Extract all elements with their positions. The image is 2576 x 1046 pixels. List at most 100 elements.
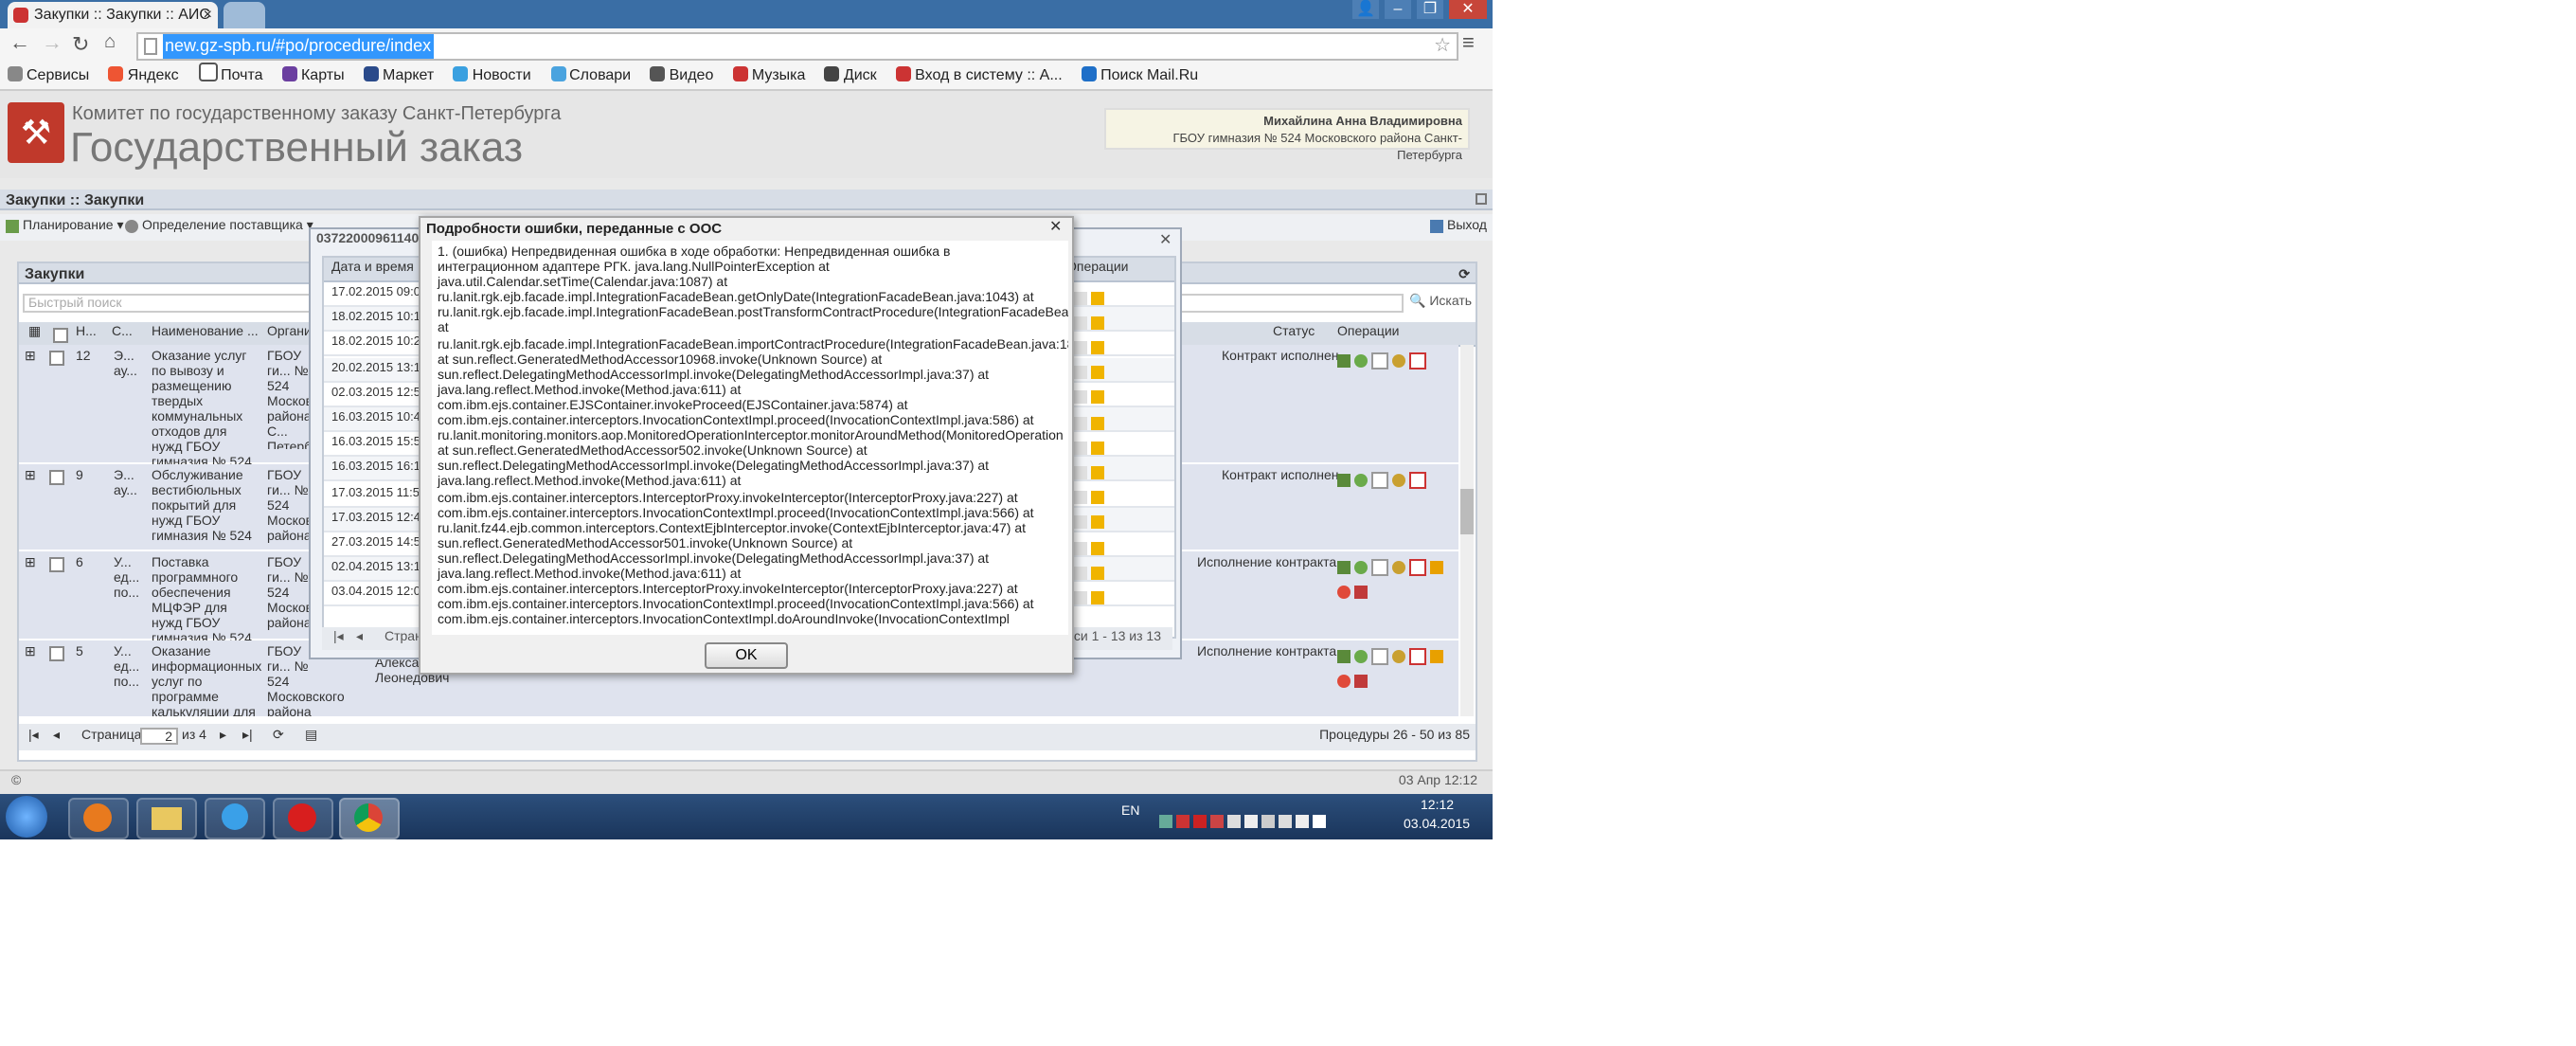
col-date[interactable]: Дата и время bbox=[331, 258, 414, 280]
firefox-taskbar-icon[interactable] bbox=[68, 798, 129, 839]
bookmark-dictionaries[interactable]: Словари bbox=[550, 63, 631, 89]
collapse-icon[interactable] bbox=[1476, 193, 1487, 205]
stop-icon[interactable] bbox=[1337, 586, 1351, 600]
award-icon[interactable] bbox=[1392, 473, 1405, 487]
stop-icon[interactable] bbox=[1337, 675, 1351, 689]
expand-icon[interactable]: ⊞ bbox=[25, 470, 36, 485]
user-icon[interactable]: 👤 bbox=[1352, 0, 1379, 19]
warning-icon[interactable] bbox=[1091, 390, 1104, 405]
warning-icon[interactable] bbox=[1091, 441, 1104, 455]
scrollbar-thumb[interactable] bbox=[1460, 489, 1474, 534]
export-icon[interactable]: ▤ bbox=[305, 724, 317, 750]
clock-time[interactable]: 12:12 bbox=[1421, 800, 1454, 813]
browser-tab[interactable]: Закупки :: Закупки :: АИС × bbox=[8, 2, 218, 28]
minimize-icon[interactable]: – bbox=[1385, 0, 1411, 19]
bookmark-video[interactable]: Видео bbox=[650, 63, 713, 89]
edit-icon[interactable] bbox=[1430, 560, 1443, 574]
award-icon[interactable] bbox=[1392, 649, 1405, 663]
bookmark-news[interactable]: Новости bbox=[453, 63, 531, 89]
select-all-checkbox[interactable] bbox=[53, 328, 68, 343]
tray-flag-icon[interactable] bbox=[1279, 814, 1292, 828]
warning-icon[interactable] bbox=[1091, 491, 1104, 505]
tray-pdf-icon[interactable] bbox=[1193, 814, 1207, 828]
refresh-icon[interactable] bbox=[1354, 560, 1368, 574]
tray-device-icon[interactable] bbox=[1227, 814, 1241, 828]
menu-icon[interactable]: ≡ bbox=[1462, 32, 1475, 55]
document-icon[interactable] bbox=[1371, 471, 1388, 489]
col-status[interactable]: Статус bbox=[1273, 322, 1315, 345]
award-icon[interactable] bbox=[1392, 560, 1405, 574]
document-icon[interactable] bbox=[1074, 515, 1087, 530]
document-icon[interactable] bbox=[1074, 291, 1087, 305]
ok-button[interactable]: OK bbox=[705, 642, 788, 669]
reload-grid-icon[interactable]: ⟳ bbox=[273, 724, 284, 750]
tray-security-icon[interactable] bbox=[1176, 814, 1190, 828]
warning-icon[interactable] bbox=[1091, 515, 1104, 530]
search-button[interactable]: 🔍 Искать bbox=[1409, 294, 1472, 309]
warning-icon[interactable] bbox=[1091, 291, 1104, 305]
planning-menu[interactable]: Планирование ▾ bbox=[6, 214, 124, 241]
expand-icon[interactable]: ⊞ bbox=[25, 351, 36, 366]
warning-icon[interactable] bbox=[1091, 416, 1104, 430]
col-name[interactable]: Наименование ... bbox=[152, 322, 259, 345]
col-method[interactable]: С... bbox=[112, 322, 133, 345]
page-number-input[interactable]: 2 bbox=[140, 728, 178, 745]
warning-icon[interactable] bbox=[1091, 340, 1104, 354]
col-operations[interactable]: Операции bbox=[1337, 322, 1400, 345]
supplier-menu[interactable]: Определение поставщика ▾ bbox=[125, 214, 313, 241]
bookmark-star-icon[interactable]: ☆ bbox=[1434, 34, 1451, 59]
document-icon[interactable] bbox=[1074, 340, 1087, 354]
pdf-icon[interactable] bbox=[1409, 352, 1426, 370]
close-window-icon[interactable]: ✕ bbox=[1449, 0, 1487, 19]
expand-icon[interactable]: ⊞ bbox=[25, 557, 36, 572]
users-icon[interactable] bbox=[1354, 675, 1368, 689]
warning-icon[interactable] bbox=[1091, 366, 1104, 380]
bookmark-maps[interactable]: Карты bbox=[281, 63, 345, 89]
chart-icon[interactable] bbox=[1337, 353, 1351, 368]
warning-icon[interactable] bbox=[1091, 465, 1104, 479]
document-icon[interactable] bbox=[1074, 541, 1087, 555]
document-icon[interactable] bbox=[1074, 465, 1087, 479]
tray-keyboard-icon[interactable] bbox=[1244, 814, 1258, 828]
history-prev-icon[interactable]: ◂ bbox=[356, 627, 363, 650]
bookmark-disk[interactable]: Диск bbox=[824, 63, 877, 89]
dialog-close-icon[interactable]: ✕ bbox=[1049, 218, 1062, 235]
close-tab-icon[interactable]: × bbox=[204, 2, 212, 28]
refresh-icon[interactable] bbox=[1354, 649, 1368, 663]
document-icon[interactable] bbox=[1074, 566, 1087, 580]
bookmark-market[interactable]: Маркет bbox=[364, 63, 434, 89]
document-icon[interactable] bbox=[1074, 316, 1087, 330]
reload-icon[interactable]: ↻ bbox=[72, 32, 89, 57]
next-page-icon[interactable]: ▸ bbox=[220, 724, 226, 750]
history-close-icon[interactable]: ✕ bbox=[1159, 231, 1172, 248]
warning-icon[interactable] bbox=[1091, 316, 1104, 330]
tray-volume-icon[interactable] bbox=[1313, 814, 1326, 828]
forward-icon[interactable]: → bbox=[42, 32, 63, 55]
restore-icon[interactable]: ❐ bbox=[1417, 0, 1443, 19]
tray-app-icon[interactable] bbox=[1210, 814, 1224, 828]
bookmark-yandex[interactable]: Яндекс bbox=[108, 63, 179, 89]
award-icon[interactable] bbox=[1392, 353, 1405, 368]
pdf-icon[interactable] bbox=[1409, 471, 1426, 489]
chart-icon[interactable] bbox=[1337, 560, 1351, 574]
start-button[interactable] bbox=[6, 796, 47, 838]
document-icon[interactable] bbox=[1074, 390, 1087, 405]
row-checkbox[interactable] bbox=[49, 470, 64, 485]
history-first-icon[interactable]: |◂ bbox=[333, 627, 344, 650]
last-page-icon[interactable]: ▸| bbox=[242, 724, 253, 750]
bookmark-login[interactable]: Вход в систему :: А... bbox=[896, 63, 1063, 89]
warning-icon[interactable] bbox=[1091, 566, 1104, 580]
home-icon[interactable]: ⌂ bbox=[104, 32, 116, 53]
col-history-ops[interactable]: Операции bbox=[1066, 258, 1129, 280]
bookmark-services[interactable]: Сервисы bbox=[8, 63, 89, 89]
logout-button[interactable]: Выход bbox=[1430, 214, 1487, 241]
refresh-icon[interactable] bbox=[1354, 473, 1368, 487]
document-icon[interactable] bbox=[1074, 416, 1087, 430]
document-icon[interactable] bbox=[1074, 441, 1087, 455]
bookmark-music[interactable]: Музыка bbox=[732, 63, 805, 89]
chart-icon[interactable] bbox=[1337, 649, 1351, 663]
col-number[interactable]: Н... bbox=[76, 322, 97, 345]
expand-icon[interactable]: ⊞ bbox=[25, 646, 36, 661]
opera-taskbar-icon[interactable] bbox=[273, 798, 333, 839]
bookmark-mail[interactable]: Почта bbox=[198, 63, 263, 89]
